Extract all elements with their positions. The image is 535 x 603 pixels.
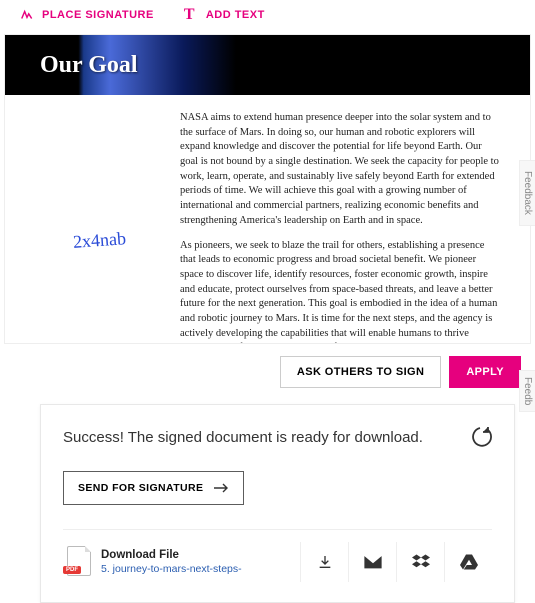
add-text-button[interactable]: T ADD TEXT xyxy=(184,8,265,22)
apply-button[interactable]: APPLY xyxy=(449,356,521,388)
banner-title: Our Goal xyxy=(40,52,138,79)
email-button[interactable] xyxy=(348,542,396,582)
document-body: NASA aims to extend human presence deepe… xyxy=(5,95,530,343)
arrow-right-icon xyxy=(213,483,229,493)
document-viewport: Our Goal NASA aims to extend human prese… xyxy=(4,34,531,344)
send-for-signature-label: SEND FOR SIGNATURE xyxy=(78,482,203,494)
feedback-tab-lower[interactable]: Feedb xyxy=(519,370,535,412)
success-panel: Success! The signed document is ready fo… xyxy=(40,404,515,603)
dropbox-icon xyxy=(412,554,430,570)
download-label: Download File xyxy=(101,549,300,561)
download-info[interactable]: Download File 5. journey-to-mars-next-st… xyxy=(101,549,300,575)
download-filename: 5. journey-to-mars-next-steps- xyxy=(101,563,300,575)
pdf-file-icon: PDF xyxy=(63,546,91,578)
signature-icon xyxy=(20,8,34,22)
placed-signature[interactable]: 2x4nab xyxy=(72,228,126,253)
feedback-tab[interactable]: Feedback xyxy=(519,160,535,226)
place-signature-button[interactable]: PLACE SIGNATURE xyxy=(20,8,154,22)
success-title: Success! The signed document is ready fo… xyxy=(63,429,423,446)
download-row: PDF Download File 5. journey-to-mars-nex… xyxy=(63,529,492,582)
google-drive-icon xyxy=(460,554,478,570)
action-bar: ASK OTHERS TO SIGN APPLY xyxy=(0,348,535,396)
refresh-button[interactable] xyxy=(468,425,492,449)
paragraph: NASA aims to extend human presence deepe… xyxy=(180,111,500,229)
share-actions xyxy=(300,542,492,582)
dropbox-button[interactable] xyxy=(396,542,444,582)
toolbar: PLACE SIGNATURE T ADD TEXT xyxy=(0,0,535,30)
add-text-label: ADD TEXT xyxy=(206,9,265,21)
banner: Our Goal xyxy=(5,35,530,95)
paragraph: As pioneers, we seek to blaze the trail … xyxy=(180,239,500,344)
download-icon xyxy=(317,554,333,570)
drive-button[interactable] xyxy=(444,542,492,582)
document-page[interactable]: Our Goal NASA aims to extend human prese… xyxy=(5,35,530,343)
ask-others-button[interactable]: ASK OTHERS TO SIGN xyxy=(280,356,441,388)
refresh-icon xyxy=(468,425,492,449)
download-button[interactable] xyxy=(300,542,348,582)
text-icon: T xyxy=(184,8,198,22)
send-for-signature-button[interactable]: SEND FOR SIGNATURE xyxy=(63,471,244,505)
place-signature-label: PLACE SIGNATURE xyxy=(42,9,154,21)
mail-icon xyxy=(364,555,382,569)
